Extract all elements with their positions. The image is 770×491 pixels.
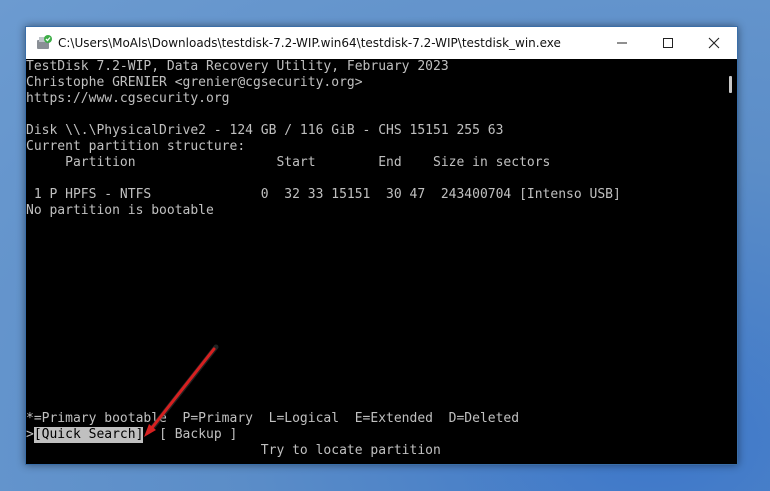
red-arrow-icon bbox=[144, 344, 219, 437]
